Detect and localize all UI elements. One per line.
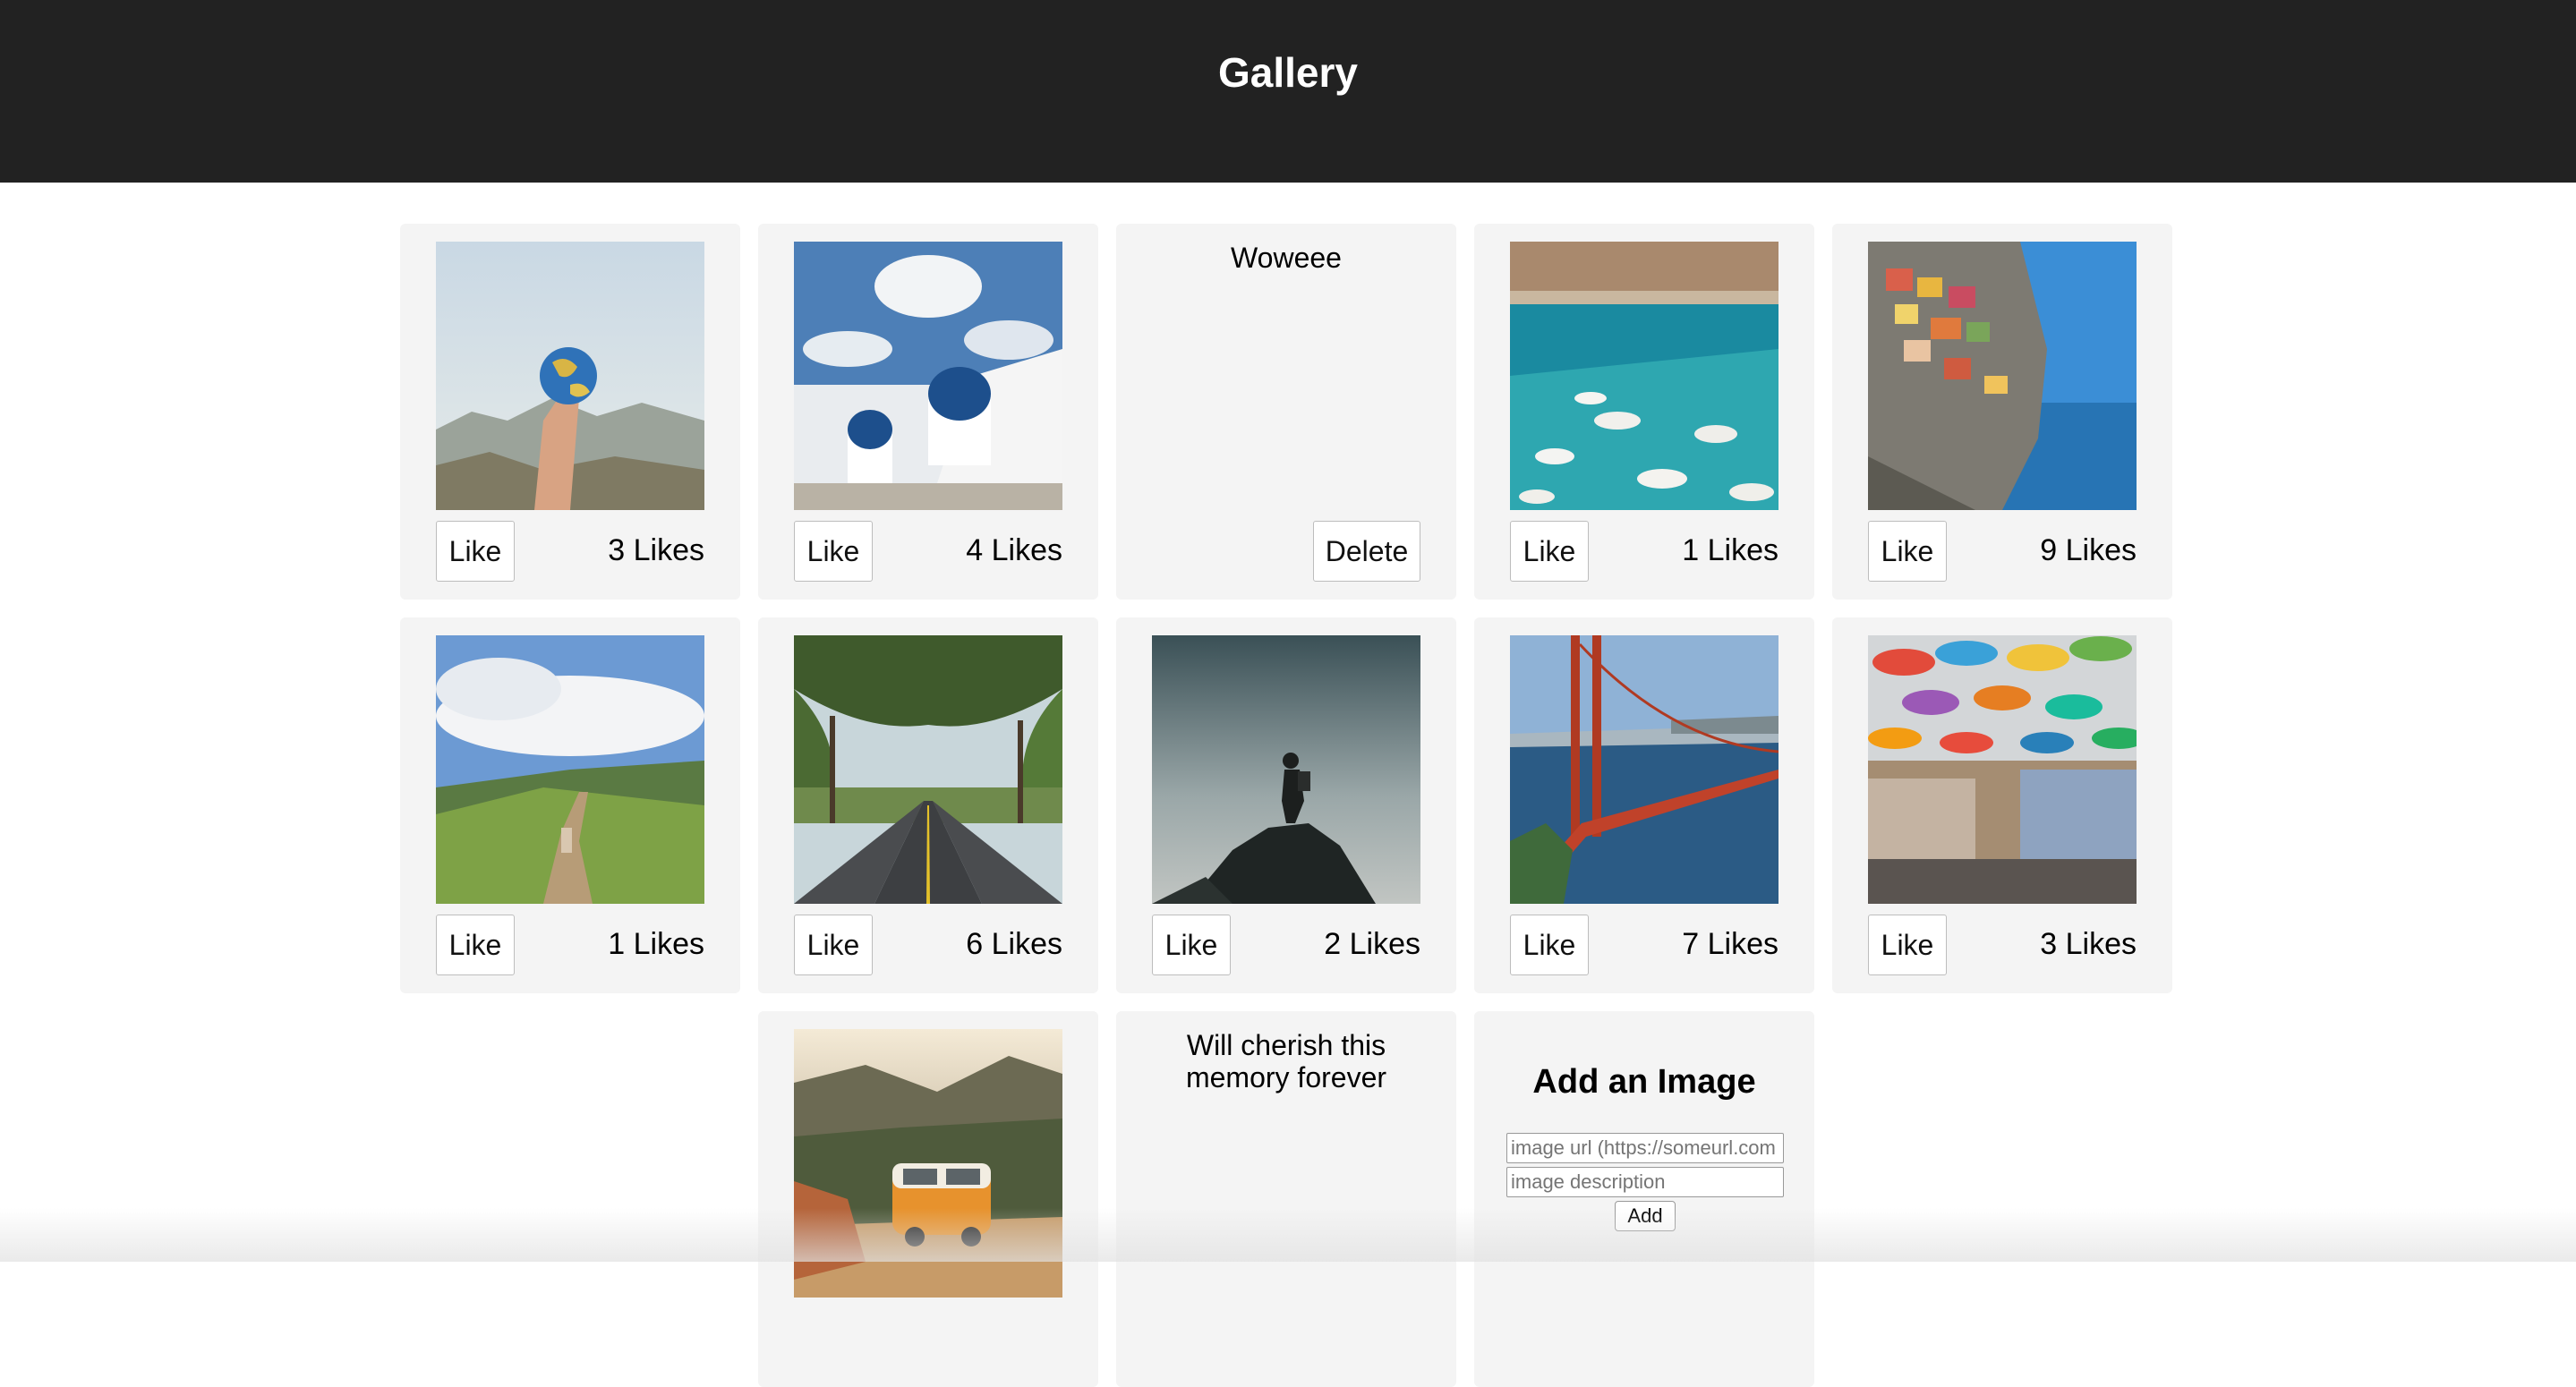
gallery-card bbox=[758, 1011, 1098, 1387]
like-button[interactable]: Like bbox=[794, 915, 873, 975]
likes-count: 2 Likes bbox=[1324, 927, 1420, 961]
like-button[interactable]: Like bbox=[436, 915, 515, 975]
photo-santorini-blue-domes bbox=[794, 242, 1062, 510]
likes-count: 9 Likes bbox=[2040, 533, 2137, 567]
like-button[interactable]: Like bbox=[794, 521, 873, 582]
page-title: Gallery bbox=[1218, 49, 1358, 96]
gallery-card: Like 9 Likes bbox=[1832, 224, 2172, 600]
add-image-title: Add an Image bbox=[1532, 1063, 1756, 1101]
add-button[interactable]: Add bbox=[1615, 1201, 1676, 1231]
like-button[interactable]: Like bbox=[1510, 915, 1589, 975]
photo-hand-holding-globe bbox=[436, 242, 704, 510]
like-button[interactable]: Like bbox=[1868, 521, 1947, 582]
gallery-card: Like 1 Likes bbox=[400, 617, 740, 993]
like-button[interactable]: Like bbox=[1868, 915, 1947, 975]
gallery-card-text: Woweee Delete bbox=[1116, 224, 1456, 600]
image-url-input[interactable] bbox=[1506, 1133, 1784, 1163]
gallery-grid: Like 3 Likes Like 4 Likes Woweee Delete bbox=[400, 224, 2172, 1387]
photo-umbrella-street bbox=[1868, 635, 2137, 904]
likes-count: 1 Likes bbox=[608, 927, 704, 961]
photo-hiker-on-rock bbox=[1152, 635, 1420, 904]
photo-hiking-trail-hills bbox=[436, 635, 704, 904]
add-image-form: Add an Image Add bbox=[1474, 1011, 1814, 1387]
likes-count: 3 Likes bbox=[608, 533, 704, 567]
gallery-card: Like 1 Likes bbox=[1474, 224, 1814, 600]
like-button[interactable]: Like bbox=[1152, 915, 1231, 975]
delete-button[interactable]: Delete bbox=[1313, 521, 1420, 582]
card-description: Will cherish this memory forever bbox=[1185, 1029, 1387, 1093]
likes-count: 4 Likes bbox=[966, 533, 1062, 567]
card-description: Woweee bbox=[1231, 242, 1342, 274]
photo-orange-van-mountains bbox=[794, 1029, 1062, 1298]
gallery-card: Like 6 Likes bbox=[758, 617, 1098, 993]
gallery-card: Like 3 Likes bbox=[400, 224, 740, 600]
gallery-card: Like 4 Likes bbox=[758, 224, 1098, 600]
photo-cliffside-village bbox=[1868, 242, 2137, 510]
like-button[interactable]: Like bbox=[436, 521, 515, 582]
gallery-card: Like 7 Likes bbox=[1474, 617, 1814, 993]
photo-tree-lined-road bbox=[794, 635, 1062, 904]
gallery-card: Like 3 Likes bbox=[1832, 617, 2172, 993]
gallery-card: Like 2 Likes bbox=[1116, 617, 1456, 993]
likes-count: 1 Likes bbox=[1682, 533, 1778, 567]
likes-count: 3 Likes bbox=[2040, 927, 2137, 961]
like-button[interactable]: Like bbox=[1510, 521, 1589, 582]
gallery-card-text: Will cherish this memory forever bbox=[1116, 1011, 1456, 1387]
likes-count: 6 Likes bbox=[966, 927, 1062, 961]
image-description-input[interactable] bbox=[1506, 1167, 1784, 1197]
likes-count: 7 Likes bbox=[1682, 927, 1778, 961]
header-bar: Gallery bbox=[0, 0, 2576, 183]
grid-spacer bbox=[400, 1011, 740, 1387]
photo-golden-gate-bridge bbox=[1510, 635, 1778, 904]
photo-boats-turquoise-harbor bbox=[1510, 242, 1778, 510]
